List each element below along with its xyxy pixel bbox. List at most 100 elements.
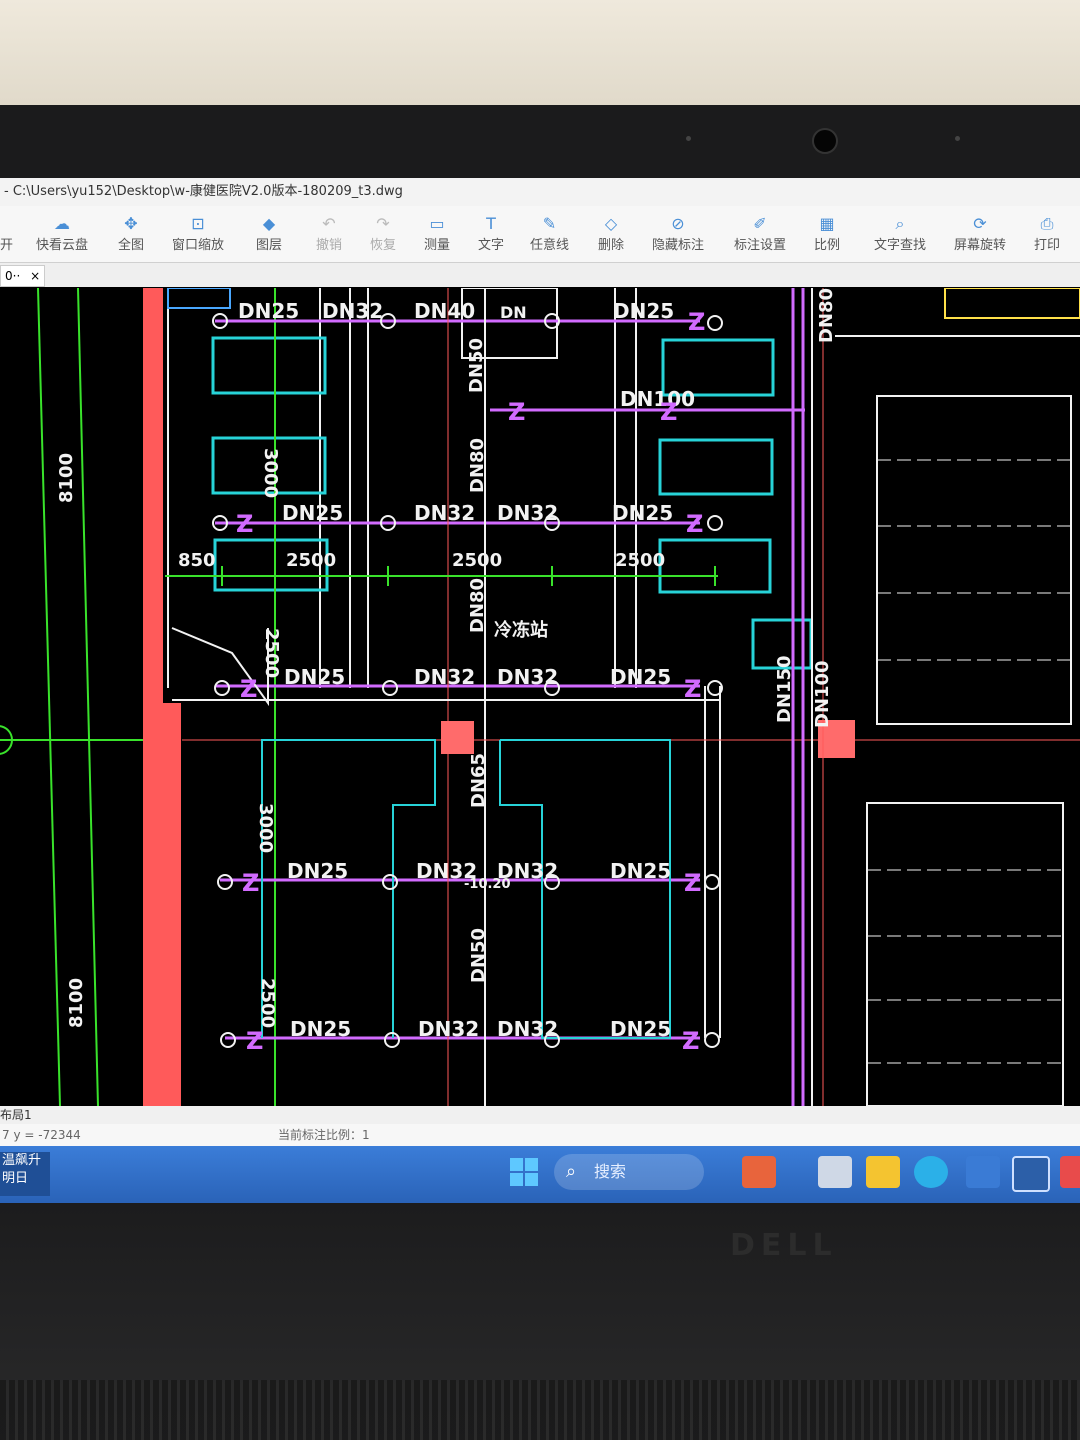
zoom-window-icon: ⊡ bbox=[191, 214, 205, 233]
toolbar-delete-button[interactable]: ◇ 删除 bbox=[598, 214, 624, 253]
toolbar-zoom-window-button[interactable]: ⊡ 窗口缩放 bbox=[172, 214, 224, 253]
z-marker: Z bbox=[660, 398, 677, 426]
z-marker: Z bbox=[246, 1027, 263, 1055]
z-marker: Z bbox=[684, 869, 701, 897]
pipe-label: DN32 bbox=[418, 1017, 479, 1041]
weather-widget[interactable]: 温飙升 明日 bbox=[0, 1152, 50, 1196]
toolbar-print-button[interactable]: ⎙ 打印 bbox=[1034, 214, 1060, 253]
z-marker: Z bbox=[688, 308, 705, 336]
toolbar-scale-button[interactable]: ▦ 比例 bbox=[814, 214, 840, 253]
pipe-label: DN25 bbox=[238, 299, 299, 323]
cad-canvas[interactable]: DN25 DN32 DN40 DN25 DN25 DN32 DN32 DN25 … bbox=[0, 288, 1080, 1106]
pipe-label: DN25 bbox=[282, 501, 343, 525]
pipe-label: DN25 bbox=[610, 859, 671, 883]
toolbar-measure-button[interactable]: ▭ 测量 bbox=[424, 214, 450, 253]
toolbar-undo-button[interactable]: ↶ 撤销 bbox=[316, 214, 342, 253]
dimension-label: 2500 bbox=[261, 628, 282, 678]
dimension-label: 3000 bbox=[255, 803, 276, 853]
app-icon[interactable] bbox=[966, 1156, 1000, 1188]
sensor-dot bbox=[686, 136, 691, 141]
redo-icon: ↷ bbox=[376, 214, 390, 233]
pipe-label-dn80: DN80 bbox=[816, 288, 837, 343]
annotation-scale: 当前标注比例：1 bbox=[278, 1128, 370, 1142]
pipe-label: DN25 bbox=[610, 1017, 671, 1041]
pipe-label: DN32 bbox=[322, 299, 383, 323]
cloud-icon: ☁ bbox=[54, 214, 70, 233]
cad-app-icon[interactable] bbox=[1012, 1156, 1050, 1192]
layout-tab[interactable]: 布局1 bbox=[0, 1106, 1080, 1124]
pipe-label: DN32 bbox=[414, 665, 475, 689]
app-icon[interactable] bbox=[818, 1156, 852, 1188]
z-marker: Z bbox=[242, 869, 259, 897]
pipe-label: DN25 bbox=[287, 859, 348, 883]
ruler-icon: ▭ bbox=[429, 214, 445, 233]
eraser-icon: ◇ bbox=[604, 214, 618, 233]
pipe-label-dn50: DN50 bbox=[468, 928, 489, 983]
toolbar-open-button[interactable]: 开 bbox=[0, 214, 13, 253]
toolbar-freeline-button[interactable]: ✎ 任意线 bbox=[530, 214, 569, 253]
app-icon[interactable] bbox=[1060, 1156, 1080, 1188]
print-icon: ⎙ bbox=[1040, 214, 1054, 233]
station-label: 冷冻站 bbox=[494, 619, 548, 641]
pipe-label: DN32 bbox=[497, 1017, 558, 1041]
text-icon: T bbox=[486, 214, 496, 233]
pipe-label-dn80: DN80 bbox=[467, 578, 488, 633]
dimension-label: 2500 bbox=[257, 978, 278, 1028]
pipe-label-dn100: DN100 bbox=[620, 387, 695, 411]
pipe-label: DN25 bbox=[284, 665, 345, 689]
pipe-label: DN32 bbox=[497, 665, 558, 689]
keyboard-edge bbox=[0, 1380, 1080, 1440]
pipe-label-dn80: DN80 bbox=[467, 438, 488, 493]
pipe-label: DN25 bbox=[612, 501, 673, 525]
document-tab[interactable]: 0·· × bbox=[0, 265, 46, 287]
annotation-settings-icon: ✐ bbox=[753, 214, 767, 233]
toolbar-layers-button[interactable]: ◆ 图层 bbox=[256, 214, 282, 253]
z-marker: Z bbox=[508, 398, 525, 426]
z-marker: Z bbox=[682, 1027, 699, 1055]
dimension-label: 2500 bbox=[286, 550, 336, 571]
folder-icon[interactable] bbox=[866, 1156, 900, 1188]
undo-icon: ↶ bbox=[322, 214, 336, 233]
browser-icon[interactable] bbox=[914, 1156, 948, 1188]
toolbar-annotation-settings-button[interactable]: ✐ 标注设置 bbox=[734, 214, 786, 253]
dimension-label: 2500 bbox=[452, 550, 502, 571]
status-bar: 7 y = -72344 当前标注比例：1 bbox=[0, 1124, 1080, 1146]
window-title: - C:\Users\yu152\Desktop\w-康健医院V2.0版本-18… bbox=[0, 178, 1080, 206]
cad-drawing: DN25 DN32 DN40 DN25 DN25 DN32 DN32 DN25 … bbox=[0, 288, 1080, 1106]
scale-icon: ▦ bbox=[819, 214, 835, 233]
dimension-label: 850 bbox=[178, 550, 216, 571]
pipe-label: DN32 bbox=[414, 501, 475, 525]
sensor-dot bbox=[955, 136, 960, 141]
z-marker: Z bbox=[684, 675, 701, 703]
hide-annotation-icon: ⊘ bbox=[671, 214, 685, 233]
pen-icon: ✎ bbox=[542, 214, 557, 233]
open-icon bbox=[0, 214, 13, 234]
rotate-screen-icon: ⟳ bbox=[973, 214, 987, 233]
pipe-label: DN25 bbox=[613, 299, 674, 323]
dimension-label: 8100 bbox=[56, 453, 77, 503]
z-marker: Z bbox=[236, 510, 253, 538]
magnifier-icon: ⌕ bbox=[566, 1161, 577, 1182]
screen: - C:\Users\yu152\Desktop\w-康健医院V2.0版本-18… bbox=[0, 178, 1080, 1203]
app-icon[interactable] bbox=[742, 1156, 776, 1188]
toolbar-cloud-button[interactable]: ☁ 快看云盘 bbox=[36, 214, 88, 253]
pipe-label-valve: DN bbox=[500, 303, 527, 322]
pipe-label-dn150: DN150 bbox=[774, 655, 795, 723]
windows-start-icon[interactable] bbox=[510, 1158, 538, 1186]
toolbar-fit-view-button[interactable]: ✥ 全图 bbox=[118, 214, 144, 253]
toolbar-text-search-button[interactable]: ⌕ 文字查找 bbox=[874, 214, 926, 253]
toolbar-text-button[interactable]: T 文字 bbox=[478, 214, 504, 253]
pipe-label-dn50: DN50 bbox=[466, 338, 487, 393]
document-tabs: 0·· × bbox=[0, 263, 1080, 287]
pipe-label-dn100: DN100 bbox=[812, 660, 833, 728]
close-icon[interactable]: × bbox=[30, 269, 40, 283]
text-search-icon: ⌕ bbox=[895, 214, 905, 233]
toolbar: 开 ☁ 快看云盘 ✥ 全图 ⊡ 窗口缩放 ◆ 图层 ↶ 撤销 ↷ 恢复 ▭ 测量 T 文字 ✎ 任… bbox=[0, 206, 1080, 263]
toolbar-hide-annotation-button[interactable]: ⊘ 隐藏标注 bbox=[652, 214, 704, 253]
taskbar-search[interactable]: ⌕ 搜索 bbox=[554, 1154, 704, 1190]
pipe-label-dn65: DN65 bbox=[468, 753, 489, 808]
toolbar-redo-button[interactable]: ↷ 恢复 bbox=[370, 214, 396, 253]
pipe-label: DN40 bbox=[414, 299, 475, 323]
toolbar-rotate-button[interactable]: ⟳ 屏幕旋转 bbox=[954, 214, 1006, 253]
pipe-label: DN25 bbox=[290, 1017, 351, 1041]
